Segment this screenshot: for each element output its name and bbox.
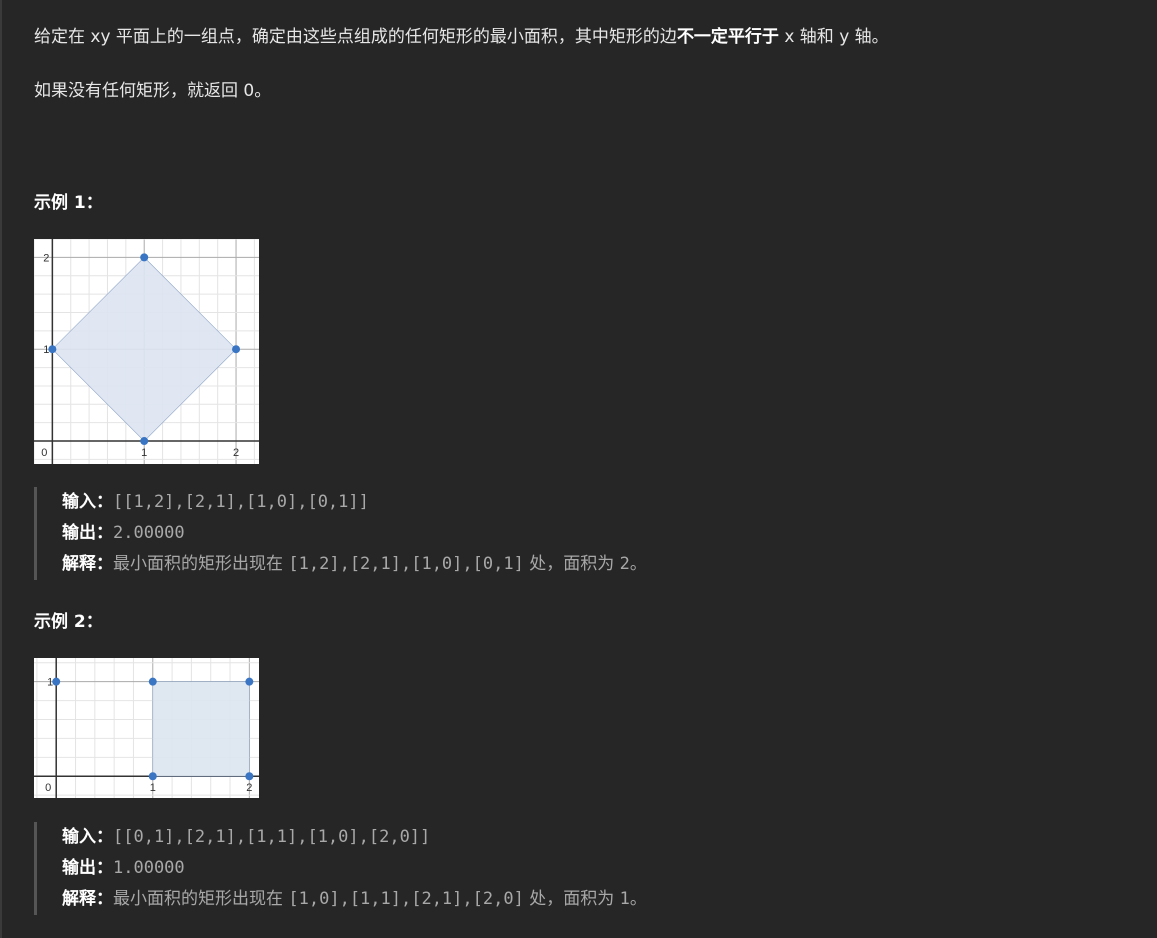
output-value: 1.00000	[113, 858, 185, 878]
x-tick-label: 1	[141, 447, 147, 459]
y-tick-label: 1	[43, 344, 49, 356]
explain-area: 2	[619, 554, 630, 574]
explain-text: 最小面积的矩形出现在	[113, 554, 289, 574]
description-paragraph-2: 如果没有任何矩形，就返回 0。	[34, 81, 272, 101]
input-value: [[1,2],[2,1],[1,0],[0,1]]	[113, 492, 369, 512]
data-point	[140, 253, 149, 262]
example-1-block: 输入：[[1,2],[2,1],[1,0],[0,1]] 输出：2.00000 …	[34, 487, 647, 580]
data-point	[148, 772, 157, 781]
data-point	[245, 772, 254, 781]
input-value: [[0,1],[2,1],[1,1],[1,0],[2,0]]	[113, 827, 431, 847]
explain-points: [1,0],[1,1],[2,1],[2,0]	[288, 889, 524, 909]
output-label: 输出：	[62, 858, 113, 878]
data-point	[52, 677, 61, 686]
x-tick-label: 0	[41, 447, 47, 459]
y-tick-label: 2	[43, 252, 49, 264]
explain-points: [1,2],[2,1],[1,0],[0,1]	[288, 554, 524, 574]
explain-label: 解释：	[62, 554, 113, 574]
input-label: 输入：	[62, 492, 113, 512]
example-2-block: 输入：[[0,1],[2,1],[1,1],[1,0],[2,0]] 输出：1.…	[34, 822, 647, 915]
x-tick-label: 2	[246, 782, 252, 794]
input-label: 输入：	[62, 827, 113, 847]
data-point	[148, 677, 157, 686]
data-point	[140, 437, 149, 446]
explain-text: 最小面积的矩形出现在	[113, 889, 289, 909]
rectangle-area	[51, 256, 237, 442]
example-1-title: 示例 1：	[34, 193, 103, 213]
output-label: 输出：	[62, 523, 113, 543]
bold-text: 不一定平行于	[676, 27, 779, 47]
y-tick-label: 1	[47, 677, 53, 689]
example-2-title: 示例 2：	[34, 612, 103, 632]
text: 给定在 xy 平面上的一组点，确定由这些点组成的任何矩形的最小面积，其中矩形的边	[34, 27, 677, 47]
x-tick-label: 1	[150, 782, 156, 794]
explain-area: 1	[619, 889, 630, 909]
text: x 轴和 y 轴。	[778, 27, 889, 47]
x-tick-label: 2	[233, 447, 239, 459]
example-2-chart: 0 1 2 1	[34, 658, 259, 798]
explain-text: 。	[629, 554, 647, 574]
explain-text: 处，面积为	[523, 554, 620, 574]
data-point	[232, 345, 241, 354]
x-tick-label: 0	[45, 782, 51, 794]
example-1-chart: 0 1 2 1 2	[34, 239, 259, 464]
data-point	[245, 677, 254, 686]
rectangle-area	[152, 681, 250, 777]
description-paragraph-1: 给定在 xy 平面上的一组点，确定由这些点组成的任何矩形的最小面积，其中矩形的边…	[34, 22, 889, 47]
data-point	[48, 345, 57, 354]
output-value: 2.00000	[113, 523, 185, 543]
explain-text: 处，面积为	[523, 889, 620, 909]
explain-label: 解释：	[62, 889, 113, 909]
explain-text: 。	[629, 889, 647, 909]
